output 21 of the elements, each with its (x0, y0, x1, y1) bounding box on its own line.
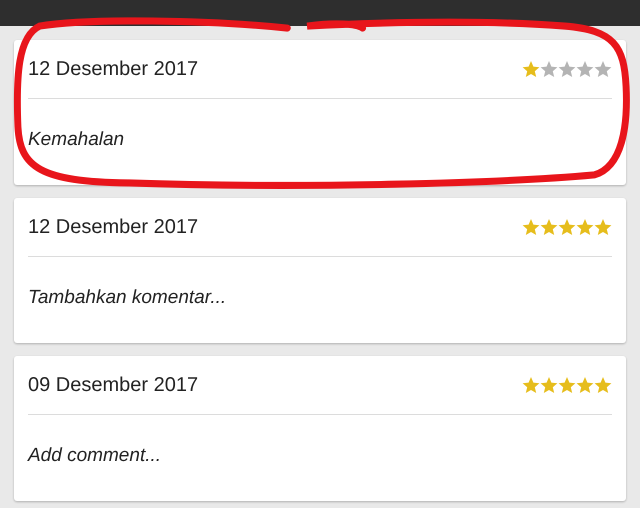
review-comment[interactable]: Add comment... (28, 415, 612, 467)
star-icon (522, 376, 540, 394)
star-icon (594, 376, 612, 394)
star-icon (576, 376, 594, 394)
star-icon (540, 218, 558, 236)
star-icon (522, 60, 540, 78)
star-icon (558, 60, 576, 78)
review-date: 12 Desember 2017 (28, 216, 198, 238)
star-icon (558, 376, 576, 394)
review-comment[interactable]: Tambahkan komentar... (28, 257, 612, 309)
star-icon (594, 60, 612, 78)
star-icon (540, 376, 558, 394)
review-comment[interactable]: Kemahalan (28, 99, 612, 151)
star-icon (522, 218, 540, 236)
review-date: 09 Desember 2017 (28, 374, 198, 396)
star-icon (594, 218, 612, 236)
star-icon (576, 218, 594, 236)
star-icon (540, 60, 558, 78)
star-icon (558, 218, 576, 236)
review-date: 12 Desember 2017 (28, 58, 198, 80)
star-icon (576, 60, 594, 78)
